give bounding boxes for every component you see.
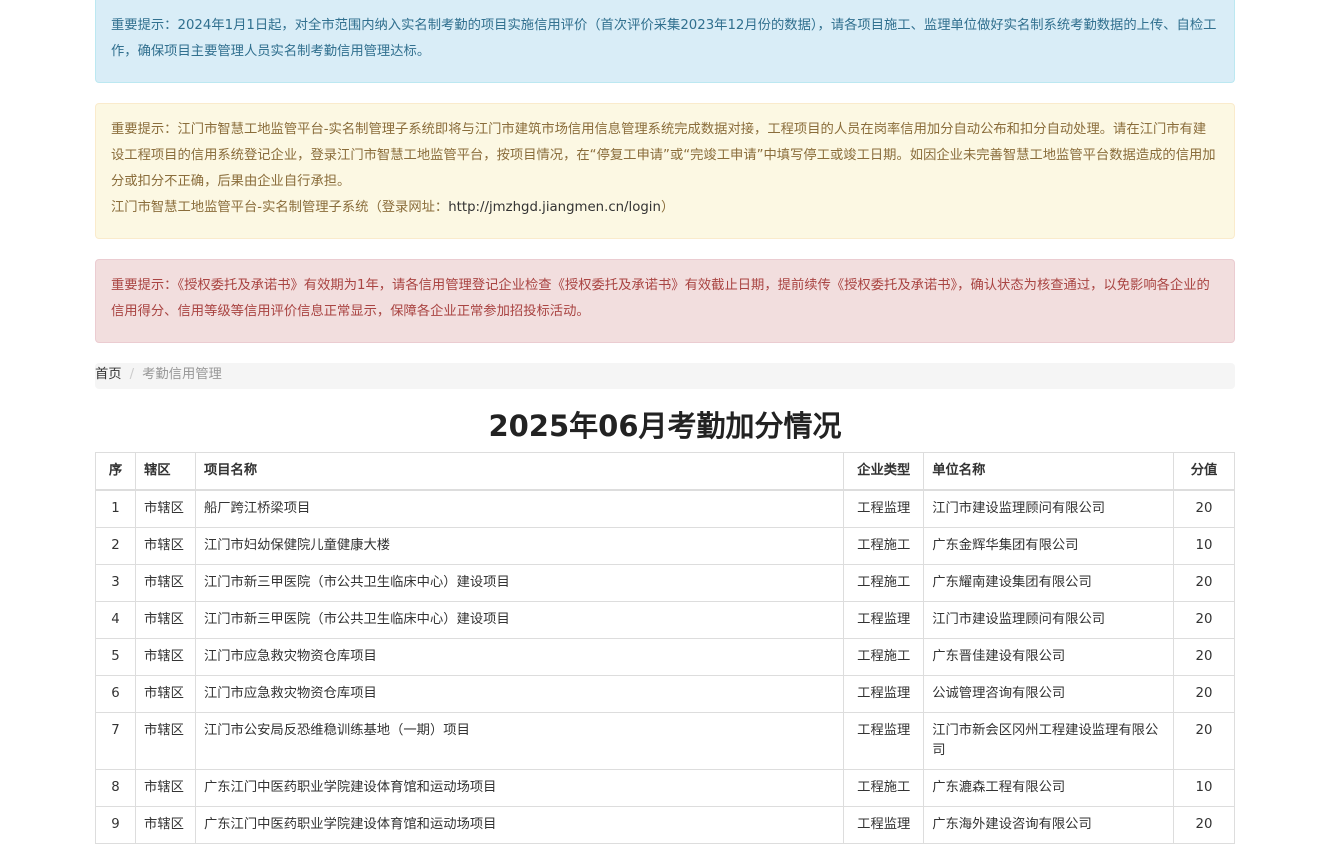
cell-company-name: 江门市建设监理顾问有限公司 [923,601,1174,639]
table-row: 1 市辖区 船厂跨江桥梁项目 工程监理 江门市建设监理顾问有限公司 20 [95,489,1236,528]
breadcrumb: 首页 / 考勤信用管理 [95,363,1235,389]
col-header-company-name: 单位名称 [923,452,1174,491]
cell-district: 市辖区 [134,806,196,844]
cell-company-name: 江门市建设监理顾问有限公司 [923,489,1174,528]
cell-district: 市辖区 [134,675,196,713]
cell-company-type: 工程监理 [843,806,925,844]
cell-score: 20 [1172,675,1236,713]
cell-project: 广东江门中医药职业学院建设体育馆和运动场项目 [194,806,845,844]
table-row: 7 市辖区 江门市公安局反恐维稳训练基地（一期）项目 工程监理 江门市新会区冈州… [95,712,1236,770]
login-prefix: 江门市智慧工地监管平台-实名制管理子系统（登录网址： [111,200,449,215]
cell-index: 5 [95,638,136,676]
cell-project: 江门市妇幼保健院儿童健康大楼 [194,527,845,565]
cell-score: 20 [1172,601,1236,639]
cell-score: 20 [1172,712,1236,770]
login-url-link[interactable]: http://jmzhgd.jiangmen.cn/login [448,200,661,215]
cell-index: 1 [95,489,136,528]
cell-district: 市辖区 [134,601,196,639]
cell-district: 市辖区 [134,564,196,602]
cell-project: 江门市新三甲医院（市公共卫生临床中心）建设项目 [194,564,845,602]
cell-index: 4 [95,601,136,639]
cell-district: 市辖区 [134,527,196,565]
cell-index: 3 [95,564,136,602]
cell-company-type: 工程监理 [843,489,925,528]
cell-score: 20 [1172,806,1236,844]
breadcrumb-current: 考勤信用管理 [142,367,222,382]
cell-company-type: 工程施工 [843,638,925,676]
table-row: 4 市辖区 江门市新三甲医院（市公共卫生临床中心）建设项目 工程监理 江门市建设… [95,601,1236,639]
cell-score: 20 [1172,638,1236,676]
col-header-index: 序 [95,452,136,491]
table-row: 5 市辖区 江门市应急救灾物资仓库项目 工程施工 广东晋佳建设有限公司 20 [95,638,1236,676]
page-title: 2025年06月考勤加分情况 [488,409,842,443]
cell-project: 广东江门中医药职业学院建设体育馆和运动场项目 [194,769,845,807]
cell-company-name: 广东海外建设咨询有限公司 [923,806,1174,844]
notice-warning: 重要提示：江门市智慧工地监管平台-实名制管理子系统即将与江门市建筑市场信用信息管… [95,103,1235,239]
cell-index: 9 [95,806,136,844]
table-header-row: 序 辖区 项目名称 企业类型 单位名称 分值 [95,452,1236,491]
cell-index: 8 [95,769,136,807]
breadcrumb-home-link[interactable]: 首页 [95,367,122,382]
col-header-company-type: 企业类型 [843,452,925,491]
table-row: 8 市辖区 广东江门中医药职业学院建设体育馆和运动场项目 工程施工 广东漉森工程… [95,769,1236,807]
cell-company-type: 工程监理 [843,601,925,639]
col-header-score: 分值 [1172,452,1236,491]
notice-info-text: 重要提示：2024年1月1日起，对全市范围内纳入实名制考勤的项目实施信用评价（首… [111,18,1217,59]
cell-project: 江门市应急救灾物资仓库项目 [194,638,845,676]
cell-score: 20 [1172,489,1236,528]
cell-project: 江门市应急救灾物资仓库项目 [194,675,845,713]
cell-company-type: 工程监理 [843,675,925,713]
cell-company-name: 广东晋佳建设有限公司 [923,638,1174,676]
cell-company-type: 工程监理 [843,712,925,770]
cell-district: 市辖区 [134,712,196,770]
col-header-project: 项目名称 [194,452,845,491]
cell-score: 10 [1172,527,1236,565]
login-suffix: ） [660,200,675,215]
notice-warning-login: 江门市智慧工地监管平台-实名制管理子系统（登录网址：http://jmzhgd.… [111,195,1219,221]
cell-company-name: 江门市新会区冈州工程建设监理有限公司 [923,712,1174,770]
table-row: 2 市辖区 江门市妇幼保健院儿童健康大楼 工程施工 广东金辉华集团有限公司 10 [95,527,1236,565]
notice-warning-text: 重要提示：江门市智慧工地监管平台-实名制管理子系统即将与江门市建筑市场信用信息管… [111,122,1216,189]
table-row: 9 市辖区 广东江门中医药职业学院建设体育馆和运动场项目 工程监理 广东海外建设… [95,806,1236,844]
notice-info: 重要提示：2024年1月1日起，对全市范围内纳入实名制考勤的项目实施信用评价（首… [95,0,1235,83]
cell-district: 市辖区 [134,769,196,807]
cell-project: 船厂跨江桥梁项目 [194,489,845,528]
cell-project: 江门市公安局反恐维稳训练基地（一期）项目 [194,712,845,770]
notice-danger: 重要提示：《授权委托及承诺书》有效期为1年，请各信用管理登记企业检查《授权委托及… [95,259,1235,343]
cell-district: 市辖区 [134,489,196,528]
cell-index: 7 [95,712,136,770]
cell-company-name: 广东耀南建设集团有限公司 [923,564,1174,602]
col-header-district: 辖区 [134,452,196,491]
cell-company-name: 公诚管理咨询有限公司 [923,675,1174,713]
cell-district: 市辖区 [134,638,196,676]
cell-score: 10 [1172,769,1236,807]
table-row: 3 市辖区 江门市新三甲医院（市公共卫生临床中心）建设项目 工程施工 广东耀南建… [95,564,1236,602]
cell-company-name: 广东漉森工程有限公司 [923,769,1174,807]
table-row: 6 市辖区 江门市应急救灾物资仓库项目 工程监理 公诚管理咨询有限公司 20 [95,675,1236,713]
cell-company-name: 广东金辉华集团有限公司 [923,527,1174,565]
notice-danger-text: 重要提示：《授权委托及承诺书》有效期为1年，请各信用管理登记企业检查《授权委托及… [111,278,1210,319]
breadcrumb-separator: / [129,367,135,382]
page-container: 重要提示：2024年1月1日起，对全市范围内纳入实名制考勤的项目实施信用评价（首… [95,0,1236,844]
cell-company-type: 工程施工 [843,769,925,807]
cell-company-type: 工程施工 [843,527,925,565]
cell-index: 6 [95,675,136,713]
cell-project: 江门市新三甲医院（市公共卫生临床中心）建设项目 [194,601,845,639]
cell-index: 2 [95,527,136,565]
attendance-credit-table: 序 辖区 项目名称 企业类型 单位名称 分值 1 市辖区 船厂跨江桥梁项目 工程… [95,452,1236,844]
cell-score: 20 [1172,564,1236,602]
cell-company-type: 工程施工 [843,564,925,602]
